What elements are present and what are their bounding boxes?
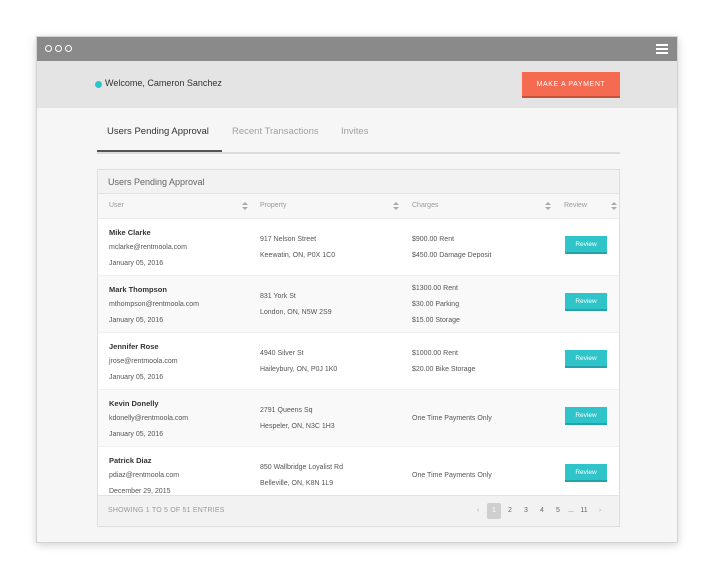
- property-city: Haileybury, ON, P0J 1K0: [260, 366, 338, 373]
- column-header-property[interactable]: Property: [260, 194, 286, 218]
- tab-recent-transactions[interactable]: Recent Transactions: [232, 125, 319, 152]
- menu-icon[interactable]: [656, 44, 668, 56]
- review-button[interactable]: Review: [565, 464, 607, 482]
- user-email: kdonelly@rentmoola.com: [109, 415, 189, 422]
- page-header: Welcome, Cameron Sanchez MAKE A PAYMENT: [37, 61, 677, 108]
- sort-icon[interactable]: [545, 202, 551, 211]
- active-tab-indicator: [97, 150, 222, 152]
- page-button[interactable]: 2: [503, 503, 517, 519]
- page-button[interactable]: 1: [487, 503, 501, 519]
- table-row: Mark Thompson mthompson@rentmoola.com Ja…: [98, 276, 619, 333]
- user-name: Mark Thompson: [109, 285, 167, 294]
- welcome-text: Welcome, Cameron Sanchez: [105, 78, 222, 88]
- request-date: January 05, 2016: [109, 317, 164, 324]
- charge-item: $1000.00 Rent: [412, 350, 458, 357]
- tab-bar: Users Pending Approval Recent Transactio…: [97, 125, 620, 154]
- sort-icon[interactable]: [611, 202, 617, 211]
- request-date: December 29, 2015: [109, 488, 171, 495]
- app-window: Welcome, Cameron Sanchez MAKE A PAYMENT …: [36, 36, 678, 543]
- charges-cell: $1300.00 Rent $30.00 Parking $15.00 Stor…: [412, 276, 552, 333]
- entries-count: SHOWING 1 TO 5 OF 51 ENTRIES: [108, 507, 225, 514]
- review-button[interactable]: Review: [565, 236, 607, 254]
- page-button[interactable]: 5: [551, 503, 565, 519]
- review-button[interactable]: Review: [565, 293, 607, 311]
- property-street: 2791 Queens Sq: [260, 407, 313, 414]
- user-cell: Kevin Donelly kdonelly@rentmoola.com Jan…: [109, 390, 249, 447]
- prev-page-button[interactable]: ‹: [471, 503, 485, 519]
- charge-item: $20.00 Bike Storage: [412, 366, 476, 373]
- pagination: ‹ 1 2 3 4 5 ... 11 ›: [469, 503, 607, 519]
- charge-item: $900.00 Rent: [412, 236, 455, 243]
- sort-icon[interactable]: [393, 202, 399, 211]
- charge-item: $15.00 Storage: [412, 317, 460, 324]
- page-ellipsis: ...: [568, 507, 574, 514]
- property-cell: 2791 Queens Sq Hespeler, ON, N3C 1H3: [260, 390, 400, 447]
- sort-icon[interactable]: [242, 202, 248, 211]
- property-street: 850 Wallbridge Loyalist Rd: [260, 464, 344, 471]
- user-email: jrose@rentmoola.com: [109, 358, 178, 365]
- charges-cell: $1000.00 Rent $20.00 Bike Storage: [412, 333, 552, 390]
- user-name: Jennifer Rose: [109, 342, 159, 351]
- next-page-button[interactable]: ›: [593, 503, 607, 519]
- charge-item: $30.00 Parking: [412, 301, 460, 308]
- column-header-review[interactable]: Review: [564, 194, 587, 218]
- user-name: Kevin Donelly: [109, 399, 159, 408]
- window-controls: [45, 45, 72, 52]
- user-name: Patrick Diaz: [109, 456, 152, 465]
- window-dot-icon[interactable]: [65, 45, 72, 52]
- table-row: Jennifer Rose jrose@rentmoola.com Januar…: [98, 333, 619, 390]
- tab-invites[interactable]: Invites: [341, 125, 368, 152]
- review-button[interactable]: Review: [565, 350, 607, 368]
- property-street: 917 Nelson Street: [260, 236, 317, 243]
- property-city: Hespeler, ON, N3C 1H3: [260, 423, 335, 430]
- property-cell: 917 Nelson Street Keewatin, ON, P0X 1C0: [260, 219, 400, 276]
- property-street: 4940 Silver St: [260, 350, 304, 357]
- property-cell: 4940 Silver St Haileybury, ON, P0J 1K0: [260, 333, 400, 390]
- charge-item: $1300.00 Rent: [412, 285, 458, 292]
- charge-item: One Time Payments Only: [412, 415, 492, 422]
- panel-title: Users Pending Approval: [98, 170, 619, 194]
- tab-users-pending-approval[interactable]: Users Pending Approval: [107, 125, 209, 152]
- charge-item: $450.00 Damage Deposit: [412, 252, 492, 259]
- property-city: London, ON, N5W 2S9: [260, 309, 332, 316]
- property-city: Belleville, ON, K8N 1L9: [260, 480, 334, 487]
- column-header-charges[interactable]: Charges: [412, 194, 438, 218]
- title-bar: [37, 37, 677, 61]
- table-row: Mike Clarke mclarke@rentmoola.com Januar…: [98, 219, 619, 276]
- page-button[interactable]: 11: [577, 503, 591, 519]
- online-status-icon: [95, 81, 102, 88]
- user-email: mthompson@rentmoola.com: [109, 301, 199, 308]
- property-street: 831 York St: [260, 293, 296, 300]
- property-city: Keewatin, ON, P0X 1C0: [260, 252, 336, 259]
- user-cell: Jennifer Rose jrose@rentmoola.com Januar…: [109, 333, 249, 390]
- user-name: Mike Clarke: [109, 228, 151, 237]
- review-button[interactable]: Review: [565, 407, 607, 425]
- property-cell: 831 York St London, ON, N5W 2S9: [260, 276, 400, 333]
- table-row: Kevin Donelly kdonelly@rentmoola.com Jan…: [98, 390, 619, 447]
- charges-cell: One Time Payments Only: [412, 390, 552, 447]
- user-email: mclarke@rentmoola.com: [109, 244, 187, 251]
- request-date: January 05, 2016: [109, 374, 164, 381]
- column-header-user[interactable]: User: [109, 194, 124, 218]
- charges-cell: $900.00 Rent $450.00 Damage Deposit: [412, 219, 552, 276]
- request-date: January 05, 2016: [109, 431, 164, 438]
- charge-item: One Time Payments Only: [412, 472, 492, 479]
- window-dot-icon[interactable]: [55, 45, 62, 52]
- page-button[interactable]: 3: [519, 503, 533, 519]
- user-email: pdiaz@rentmoola.com: [109, 472, 180, 479]
- user-cell: Mike Clarke mclarke@rentmoola.com Januar…: [109, 219, 249, 276]
- table-body: Mike Clarke mclarke@rentmoola.com Januar…: [98, 219, 619, 504]
- table-footer: SHOWING 1 TO 5 OF 51 ENTRIES ‹ 1 2 3 4 5…: [98, 495, 619, 526]
- table-header: User Property Charges Review: [98, 194, 619, 219]
- page-button[interactable]: 4: [535, 503, 549, 519]
- request-date: January 05, 2016: [109, 260, 164, 267]
- make-payment-button[interactable]: MAKE A PAYMENT: [522, 72, 620, 96]
- user-cell: Mark Thompson mthompson@rentmoola.com Ja…: [109, 276, 249, 333]
- pending-approval-panel: Users Pending Approval User Property Cha…: [97, 169, 620, 527]
- window-dot-icon[interactable]: [45, 45, 52, 52]
